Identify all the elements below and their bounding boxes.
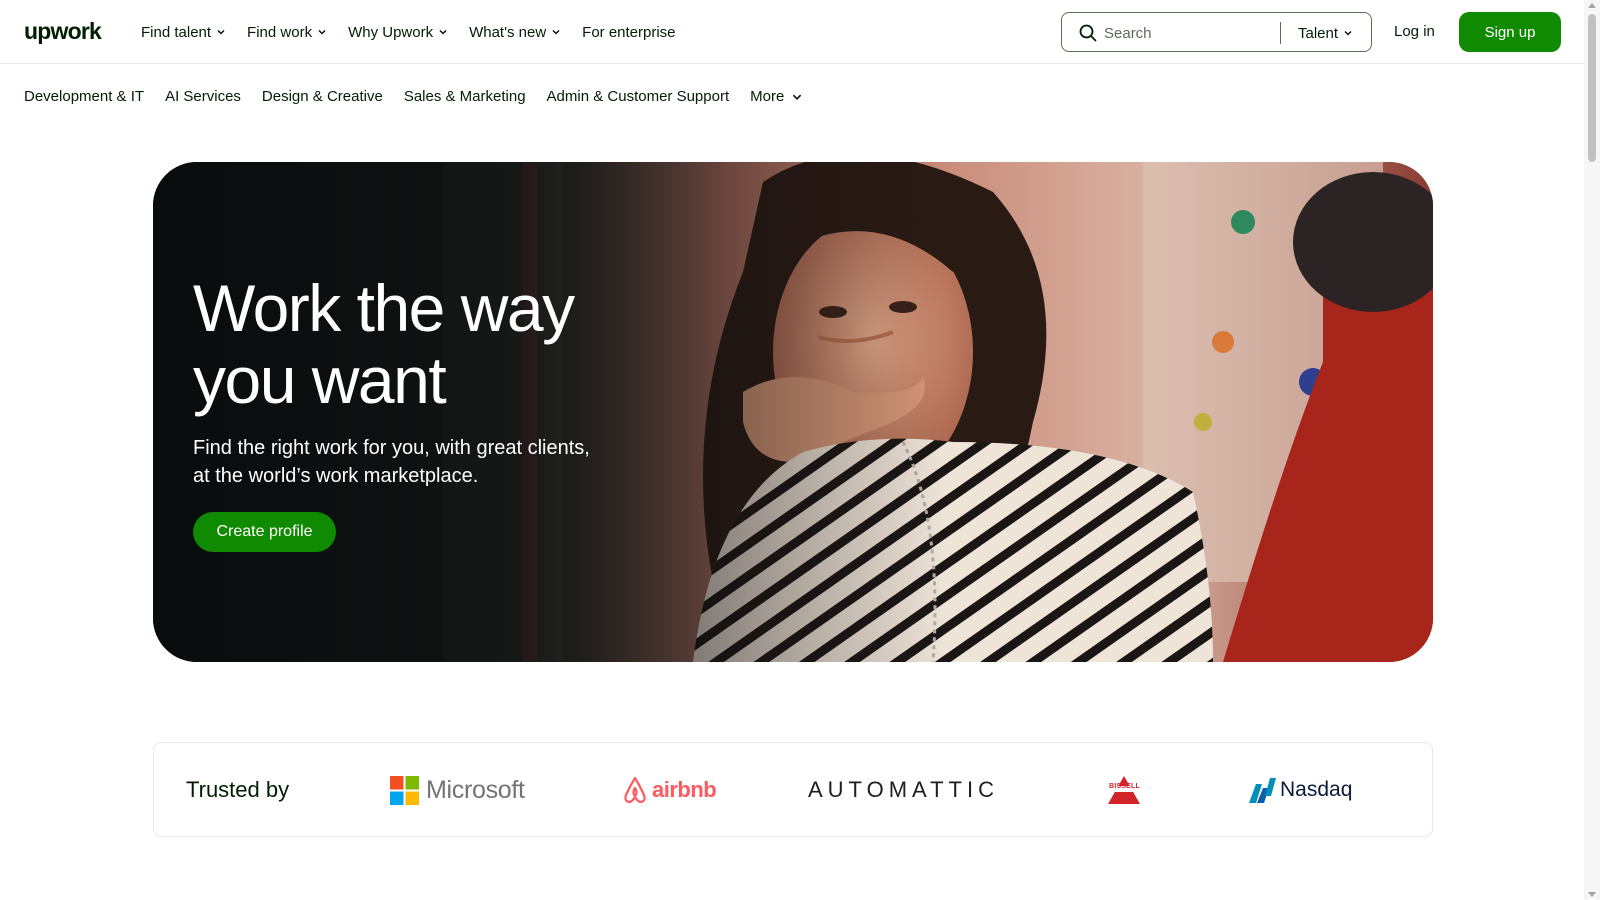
bissell-logo: BISSELL: [1102, 773, 1146, 807]
search-divider: [1280, 22, 1281, 44]
automattic-wordmark: AUTOMATTIC: [808, 777, 999, 802]
login-link[interactable]: Log in: [1394, 20, 1435, 44]
trusted-by-strip: Trusted by Microsoft airbnb AUTOMATTIC B…: [153, 742, 1433, 837]
airbnb-wordmark: airbnb: [652, 777, 717, 802]
airbnb-belo-icon: [624, 776, 646, 804]
hero-title: Work the way you want: [193, 272, 713, 416]
nav-find-talent[interactable]: Find talent: [141, 20, 226, 44]
hero-subtitle-line2: at the world’s work marketplace.: [193, 465, 479, 487]
nav-find-work-label: Find work: [247, 23, 313, 41]
hero-title-line1: Work the way: [193, 271, 575, 345]
nav-find-work[interactable]: Find work: [247, 20, 327, 44]
chevron-down-icon: [439, 29, 447, 35]
hero-title-line2: you want: [193, 343, 447, 417]
trusted-by-label: Trusted by: [186, 777, 290, 802]
nav-find-talent-label: Find talent: [141, 23, 212, 41]
top-header: upwork Find talent Find work Why Upwork …: [0, 0, 1584, 64]
nasdaq-wordmark: Nasdaq: [1280, 778, 1353, 801]
scrollbar-thumb[interactable]: [1588, 14, 1596, 162]
nav-why-upwork-label: Why Upwork: [348, 23, 434, 41]
hero-banner: Work the way you want Find the right wor…: [153, 162, 1433, 662]
category-more-label: More: [750, 88, 785, 105]
microsoft-wordmark: Microsoft: [426, 775, 525, 804]
bissell-icon: [1105, 776, 1143, 804]
search-box: Talent: [1061, 12, 1372, 52]
search-icon[interactable]: [1078, 23, 1098, 43]
automattic-logo: AUTOMATTIC: [808, 773, 999, 807]
chevron-down-icon: [217, 29, 225, 35]
upwork-logo[interactable]: upwork: [24, 16, 102, 46]
category-ai-services[interactable]: AI Services: [165, 85, 241, 109]
nav-for-enterprise[interactable]: For enterprise: [582, 20, 675, 44]
category-development-it[interactable]: Development & IT: [24, 85, 144, 109]
nav-whats-new-label: What's new: [469, 23, 547, 41]
nav-why-upwork[interactable]: Why Upwork: [348, 20, 448, 44]
airbnb-logo: airbnb: [622, 773, 717, 807]
microsoft-windows-icon: [390, 775, 419, 805]
chevron-down-icon: [1344, 30, 1352, 36]
search-input[interactable]: [1102, 21, 1272, 45]
nasdaq-icon: [1249, 778, 1276, 803]
page-scrollbar[interactable]: [1584, 0, 1600, 900]
category-nav: Development & IT AI Services Design & Cr…: [24, 85, 824, 109]
hero-subtitle: Find the right work for you, with great …: [193, 434, 663, 490]
nav-whats-new[interactable]: What's new: [469, 20, 561, 44]
chevron-down-icon: [552, 29, 560, 35]
search-type-label: Talent: [1298, 24, 1339, 42]
category-more[interactable]: More: [750, 85, 803, 109]
create-profile-button[interactable]: Create profile: [193, 512, 336, 552]
category-sales-marketing[interactable]: Sales & Marketing: [404, 85, 526, 109]
bissell-wordmark: BISSELL: [1109, 783, 1140, 790]
signup-button[interactable]: Sign up: [1459, 12, 1561, 52]
search-type-dropdown[interactable]: Talent: [1298, 21, 1353, 45]
category-design-creative[interactable]: Design & Creative: [262, 85, 383, 109]
hero-subtitle-line1: Find the right work for you, with great …: [193, 437, 590, 459]
nasdaq-logo: Nasdaq: [1247, 773, 1352, 807]
main-nav: Find talent Find work Why Upwork What's …: [141, 20, 697, 44]
scroll-down-arrow-icon[interactable]: [1588, 892, 1596, 897]
chevron-down-icon: [793, 94, 802, 100]
category-admin-support[interactable]: Admin & Customer Support: [547, 85, 730, 109]
scroll-up-arrow-icon[interactable]: [1588, 3, 1596, 8]
nav-for-enterprise-label: For enterprise: [582, 23, 676, 41]
chevron-down-icon: [318, 29, 326, 35]
microsoft-logo: Microsoft: [390, 773, 525, 807]
